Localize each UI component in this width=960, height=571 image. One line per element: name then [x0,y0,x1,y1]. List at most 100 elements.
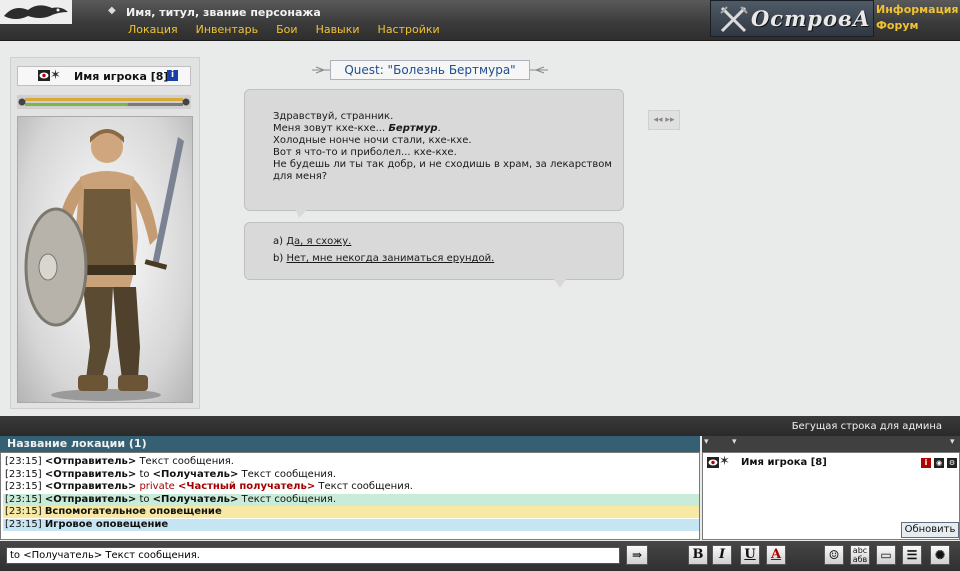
player-namebar: ✶ Имя игрока [8] i [17,66,191,86]
info-link[interactable]: Информация [876,2,959,18]
title-bullet-icon: ◆ [108,5,116,16]
chat-text: Текст сообщения. [139,456,234,467]
answer-a-link[interactable]: Да, я схожу. [286,236,351,247]
player-panel: ✶ Имя игрока [8] i [10,57,200,409]
chat-message: [23:15] Игровое оповещение [3,518,699,531]
logo-text: ОстровА [751,6,871,31]
eye-icon [38,70,50,81]
chat-text: Вспомогательное оповещение [44,506,222,517]
underline-button[interactable]: U [740,545,760,565]
chat-direction: to [139,468,150,480]
chat-text: Игровое оповещение [44,518,169,530]
chat-timestamp: [23:15] [5,506,42,517]
dialog-line: Здравствуй, странник. [273,111,394,122]
chat-timestamp: [23:15] [5,481,42,492]
npc-name: Бертмур [388,123,438,134]
chat-text: Текст сообщения. [318,481,413,492]
chat-sender[interactable]: <Отправитель> [45,494,136,505]
message-input[interactable] [6,547,620,564]
nav-battles[interactable]: Бои [276,23,297,36]
sort-down-icon[interactable]: ▾ [950,437,955,447]
npc-dialog-bubble: Здравствуй, странник. Меня зовут кхе-кхе… [244,89,624,218]
users-header-bar: ▾ ▾ ▾ [702,436,960,452]
chat-message: [23:15] <Отправитель> to <Получатель> Те… [3,468,699,481]
dialog-line: Вот я что-то и приболел... кхе-кхе. [273,147,457,158]
italic-button[interactable]: I [712,545,732,565]
bubble-tail-icon [295,208,309,218]
globe-icon[interactable]: ✺ [930,545,950,565]
chat-message: [23:15] <Отправитель> private <Частный п… [3,481,699,493]
game-logo[interactable]: ОстровА [710,0,874,37]
chat-recipient[interactable]: <Получатель> [153,494,239,505]
nav-settings[interactable]: Настройки [378,23,440,36]
nav-inventory[interactable]: Инвентарь [196,23,258,36]
star-icon: ✶ [50,68,61,83]
location-bar: Название локации (1) [0,436,700,452]
eye-icon [707,457,719,468]
chat-message: [23:15] <Отправитель> to <Получатель> Те… [3,493,699,506]
location-name: Название локации (1) [7,437,147,450]
sort-down-icon[interactable]: ▾ [704,437,709,447]
gear-icon[interactable]: ⚙ [947,458,957,468]
sort-down-icon[interactable]: ▾ [732,437,737,447]
ticker-text: Бегущая строка для админа [791,421,942,432]
answer-b-link[interactable]: Нет, мне некогда заниматься ерундой. [286,253,494,264]
chat-direction: to [139,493,150,505]
star-icon: ✶ [719,454,730,469]
chat-sender[interactable]: <Отправитель> [45,469,136,480]
dialog-line: Холодные нонче ночи стали, кхе-кхе. [273,135,472,146]
main-nav: Локация Инвентарь Бои Навыки Настройки [128,23,440,36]
chat-direction: private [139,481,175,492]
chat-timestamp: [23:15] [5,493,42,505]
chat-timestamp: [23:15] [5,456,42,467]
chat-log[interactable]: [23:15] <Отправитель> Текст сообщения. [… [0,452,700,540]
bold-button[interactable]: B [688,545,708,565]
admin-ticker: Бегущая строка для админа [0,416,960,436]
chat-timestamp: [23:15] [5,468,42,480]
mana-bar-fill [25,103,128,106]
nav-location[interactable]: Локация [128,23,178,36]
chat-message: [23:15] Вспомогательное оповещение [3,506,699,518]
window-icon[interactable]: ▭ [876,545,896,565]
top-header: ◆ Имя, титул, звание персонажа Локация И… [0,0,960,41]
info-icon[interactable]: i [921,458,931,468]
player-name[interactable]: Имя игрока [8] [74,70,168,83]
crossed-swords-icon [720,6,748,33]
chat-sender[interactable]: <Отправитель> [45,481,136,492]
eye-icon[interactable]: ◉ [934,458,944,468]
chat-text: Текст сообщения. [241,468,337,480]
reply-arrow-icon[interactable]: ⇒ [626,545,648,565]
dialog-line: Меня зовут кхе-кхе... Бертмур. [273,123,441,134]
character-portrait [17,116,193,403]
chat-recipient[interactable]: <Получатель> [153,469,239,480]
health-mana-bars [17,95,191,109]
chat-sender[interactable]: <Отправитель> [45,456,136,467]
dialog-nav-arrows[interactable]: ◂◂ ▸▸ [648,110,680,130]
forum-link[interactable]: Форум [876,18,959,34]
answer-b: b) Нет, мне некогда заниматься ерундой. [273,253,495,264]
answers-bubble: a) Да, я схожу. b) Нет, мне некогда зани… [244,222,624,288]
user-list-name[interactable]: Имя игрока [8] [741,457,827,468]
header-links: Информация Форум [876,2,959,34]
refresh-button[interactable]: Обновить [901,522,959,538]
bubble-tail-icon [553,278,567,288]
chat-recipient[interactable]: <Частный получатель> [178,481,315,492]
dragon-logo-icon [0,0,72,24]
smiley-icon[interactable]: ☺ [824,545,844,565]
info-icon[interactable]: i [167,70,178,81]
spellcheck-icon[interactable]: abc абв [850,545,870,565]
nav-skills[interactable]: Навыки [316,23,360,36]
text-color-button[interactable]: A [766,545,786,565]
character-title: Имя, титул, звание персонажа [126,6,321,19]
online-users-list: ✶ Имя игрока [8] i ◉ ⚙ Обновить [702,452,960,540]
list-icon[interactable]: ☰ [902,545,922,565]
chat-input-bar: ⇒ B I U A ☺ abcабв ▭ ☰ ✺ [0,541,960,571]
dialog-line: Не будешь ли ты так добр, и не сходишь в… [273,159,612,182]
chat-text: Текст сообщения. [241,493,337,505]
chat-timestamp: [23:15] [5,518,42,530]
warrior-figure-image [24,129,184,401]
chat-message: [23:15] <Отправитель> Текст сообщения. [3,456,699,468]
quest-title: Quest: "Болезнь Бертмура" [330,60,530,80]
health-bar-fill [25,98,183,101]
answer-a: a) Да, я схожу. [273,236,352,247]
